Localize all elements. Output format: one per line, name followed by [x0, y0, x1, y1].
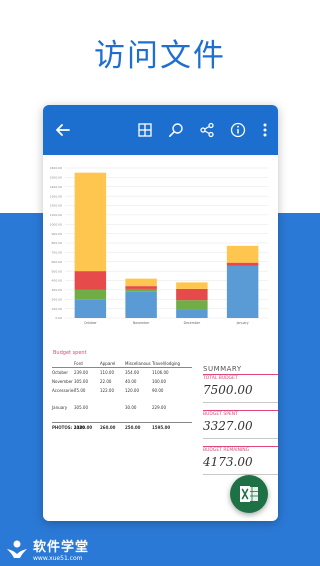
y-tick-label: 900.00 [52, 232, 63, 236]
summary-label: BUDGET REMAINING [203, 446, 278, 453]
x-tick-label: December [184, 321, 201, 325]
table-row: November 305.00 22.00 40.00 100.00 [52, 377, 192, 386]
table-cell: 229.00 [152, 405, 166, 410]
x-tick-label: October [84, 321, 97, 325]
bar-segment [226, 262, 259, 266]
brand-logo-icon [7, 540, 27, 558]
table-row: October 239.00 110.00 354.00 1106.00 [52, 368, 192, 377]
summary-panel: SUMMARY TOTAL BUDGET 7500.00 BUDGET SPEN… [203, 365, 278, 475]
back-arrow-icon[interactable] [51, 118, 75, 142]
watermark-brand: 软件学堂 www.xue51.com [5, 538, 89, 564]
y-tick-label: 200.00 [52, 297, 63, 301]
y-tick-label: 300.00 [52, 288, 63, 292]
table-cell: October [52, 370, 69, 375]
chart-svg: 0.00 100.00 200.00 300.00 400.00 500.00 600.00… [50, 166, 268, 325]
grid-icon[interactable] [133, 118, 157, 142]
table-cell: Accessories [52, 388, 76, 393]
budget-table-title: Budget spent [53, 350, 87, 356]
bar-segment [74, 271, 107, 290]
app-bar [43, 105, 278, 155]
table-cell: January [52, 405, 68, 410]
summary-budget-remaining: BUDGET REMAINING 4173.00 [203, 446, 278, 475]
bar-segment [226, 245, 259, 263]
table-cell: 75.00 [74, 388, 86, 393]
table-cell: 100.00 [152, 379, 166, 384]
headline: 访问文件 [94, 38, 226, 74]
table-cell: 1106.00 [152, 370, 169, 375]
y-tick-label: 700.00 [52, 251, 63, 255]
brand-name: 软件学堂 [33, 539, 90, 555]
bar-segment [176, 300, 208, 310]
table-cell: November [52, 379, 73, 384]
open-in-excel-button[interactable] [230, 475, 268, 513]
table-cell: 305.00 [74, 405, 88, 410]
bar-segment [125, 291, 157, 318]
bar-segment [125, 286, 157, 289]
brand-url: www.xue51.com [33, 554, 83, 562]
bar-segment [176, 309, 208, 318]
table-header-row: Ford Apparel Miscellanous Travel/lodging [52, 359, 192, 368]
table-cell: Ford [74, 361, 83, 366]
table-row: Accessories 75.00 122.00 120.00 90.00 [52, 386, 192, 395]
y-tick-label: 600.00 [52, 260, 63, 264]
table-cell: 260.00 [100, 425, 116, 430]
summary-value: 4173.00 [203, 453, 278, 475]
bar-segment [125, 278, 157, 287]
table-cell: 1595.00 [152, 425, 171, 430]
summary-budget-spent: BUDGET SPENT 3327.00 [203, 410, 278, 439]
table-cell: 354.00 [125, 370, 139, 375]
excel-icon [240, 486, 258, 502]
x-tick-label: November [133, 321, 150, 325]
table-cell: 90.00 [152, 388, 164, 393]
summary-title: SUMMARY [203, 365, 242, 373]
table-cell: 40.00 [125, 379, 137, 384]
more-vertical-icon[interactable] [253, 118, 277, 142]
info-icon[interactable] [226, 118, 250, 142]
table-cell: 305.00 [74, 379, 88, 384]
table-row: January 305.00 30.00 229.00 [52, 403, 192, 412]
table-cell: 110.00 [100, 370, 114, 375]
table-cell: 122.00 [100, 388, 114, 393]
summary-value: 7500.00 [203, 381, 278, 403]
table-cell: 22.00 [100, 379, 112, 384]
table-cell: Travel/lodging [152, 361, 181, 366]
table-cell: 250.00 [125, 425, 141, 430]
bar-segment [74, 299, 107, 318]
y-tick-label: 800.00 [52, 241, 63, 245]
summary-value: 3327.00 [203, 417, 278, 439]
y-tick-label: 1300.00 [50, 194, 62, 198]
bar-segment [74, 172, 107, 272]
bar-segment [74, 289, 107, 300]
bar-segment [176, 288, 208, 301]
table-cell: Miscellanous [125, 361, 151, 366]
y-tick-label: 1100.00 [50, 213, 62, 217]
phone-screen: 0.00 100.00 200.00 300.00 400.00 500.00 600.00… [43, 105, 278, 521]
table-total-row: PHOTOS: 2020 1100.00 260.00 250.00 1595.00 [52, 422, 192, 431]
summary-label: TOTAL BUDGET [203, 374, 278, 381]
x-tick-label: January [236, 321, 249, 325]
bar-segment [226, 265, 259, 318]
stacked-bar-chart: 0.00 100.00 200.00 300.00 400.00 500.00 600.00… [43, 160, 278, 335]
share-icon[interactable] [195, 118, 219, 142]
y-tick-label: 500.00 [52, 269, 63, 273]
y-tick-label: 1200.00 [50, 204, 62, 208]
y-tick-label: 400.00 [52, 279, 63, 283]
bar-segment [125, 288, 157, 292]
table-cell: Apparel [100, 361, 116, 366]
summary-label: BUDGET SPENT [203, 410, 278, 417]
search-icon[interactable] [164, 118, 188, 142]
y-tick-label: 1600.00 [50, 166, 62, 170]
table-cell: 239.00 [74, 370, 88, 375]
table-cell: 1100.00 [74, 425, 93, 430]
y-tick-label: 1000.00 [50, 222, 62, 226]
y-tick-label: 100.00 [52, 307, 63, 311]
y-tick-label: 1500.00 [50, 176, 62, 180]
table-cell: 120.00 [125, 388, 139, 393]
budget-table: Ford Apparel Miscellanous Travel/lodging Oct… [52, 359, 192, 431]
bar-segment [176, 282, 208, 289]
y-tick-label: 0.00 [55, 316, 62, 320]
table-cell: 30.00 [125, 405, 137, 410]
y-tick-label: 1400.00 [50, 185, 62, 189]
summary-total-budget: TOTAL BUDGET 7500.00 [203, 374, 278, 403]
